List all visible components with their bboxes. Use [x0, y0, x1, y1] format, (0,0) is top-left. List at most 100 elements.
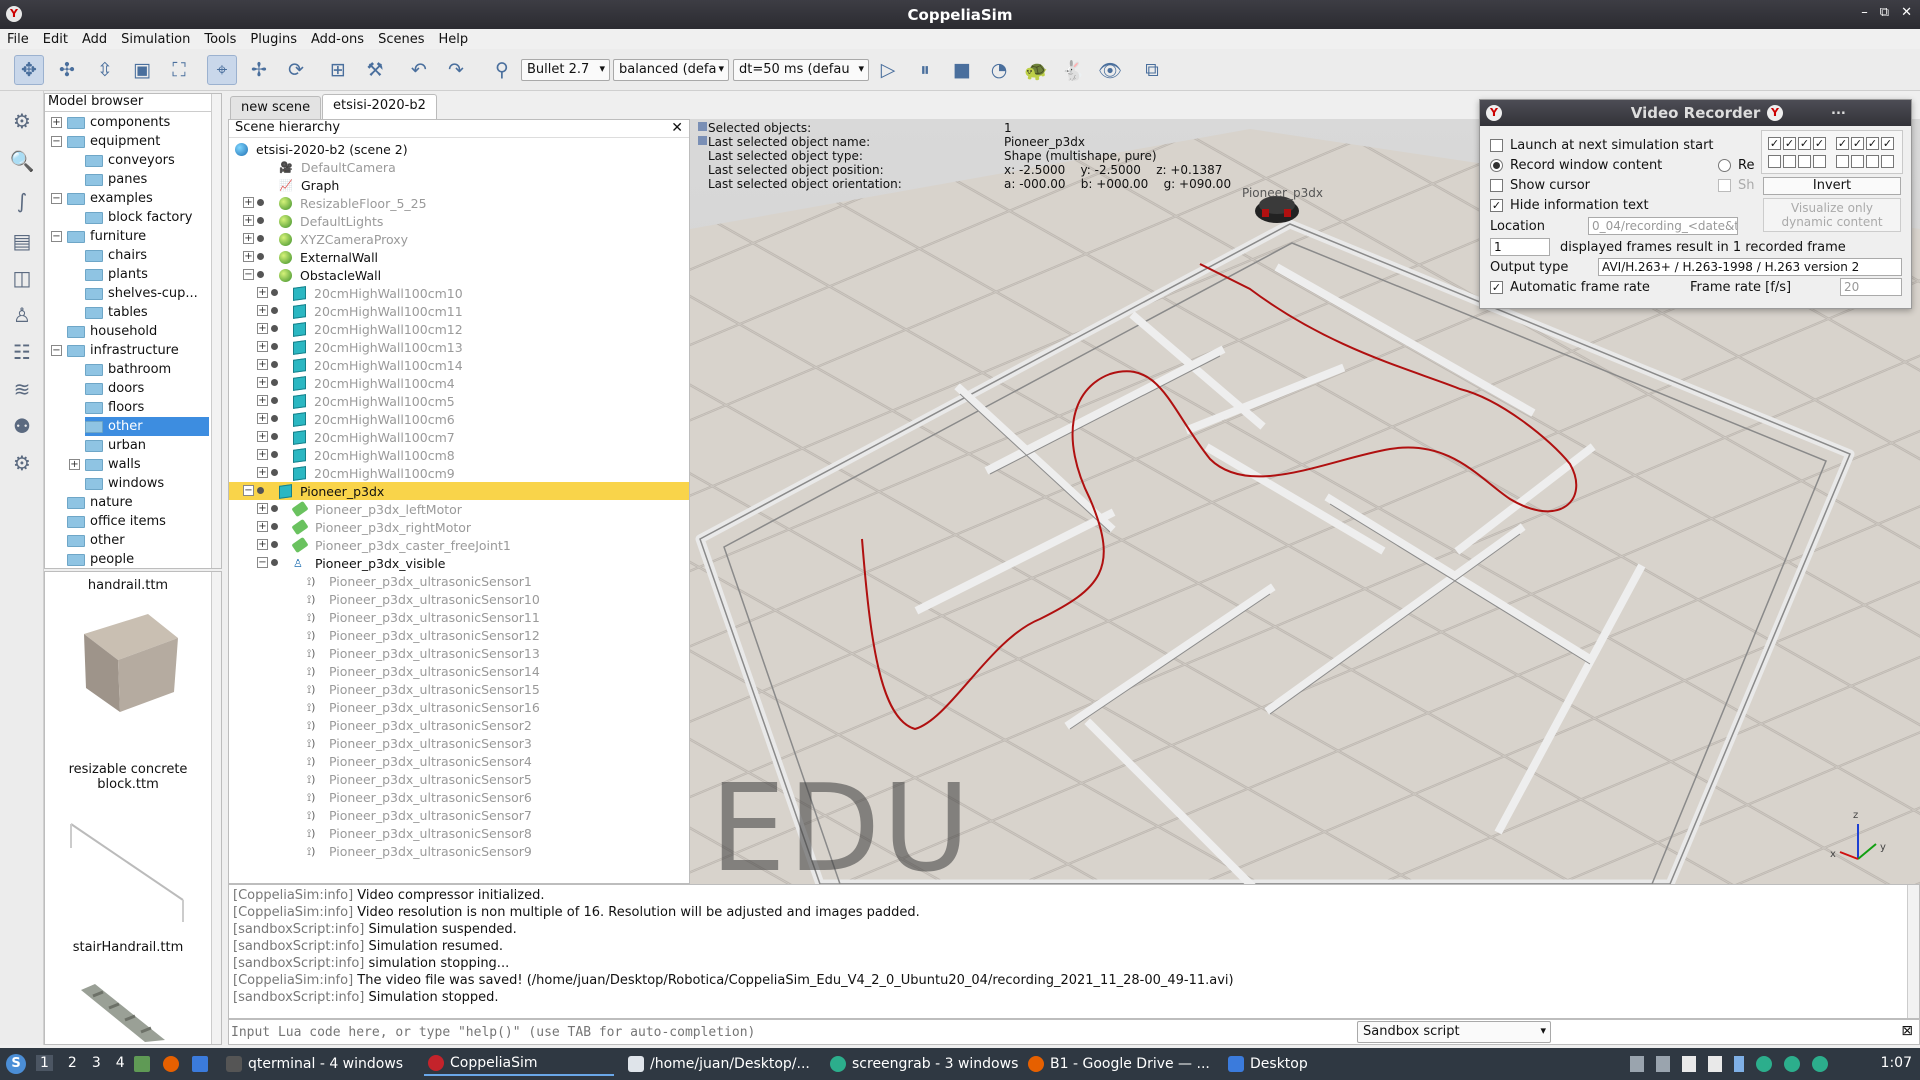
- volume-mute-icon[interactable]: [1656, 1056, 1670, 1072]
- visibility-dot-icon[interactable]: [271, 325, 278, 332]
- task-screengrab[interactable]: screengrab - 3 windows: [826, 1052, 1022, 1076]
- stair-handrail-thumbnail[interactable]: [65, 812, 195, 925]
- tab-etsisi-2020-b2[interactable]: etsisi-2020-b2: [322, 94, 437, 119]
- battery-icon[interactable]: [1630, 1056, 1644, 1072]
- visibility-dot-icon[interactable]: [257, 487, 264, 494]
- hierarchy-row[interactable]: ⟟) Pioneer_p3dx_ultrasonicSensor1: [307, 572, 532, 590]
- hierarchy-row[interactable]: ⟟) Pioneer_p3dx_ultrasonicSensor4: [307, 752, 532, 770]
- undo-icon[interactable]: ↶: [404, 55, 434, 85]
- show-cursor-checkbox[interactable]: [1490, 179, 1503, 192]
- expand-toggle[interactable]: +: [257, 467, 268, 478]
- record-partial-radio[interactable]: [1718, 159, 1731, 172]
- layer-checkbox[interactable]: [1866, 155, 1879, 168]
- hierarchy-row[interactable]: ♙ Pioneer_p3dx_visible: [293, 554, 446, 572]
- screengrab-icon[interactable]: [1784, 1056, 1800, 1072]
- expand-toggle[interactable]: +: [257, 305, 268, 316]
- ladder-thumbnail[interactable]: [75, 982, 185, 1045]
- expand-toggle[interactable]: +: [51, 117, 62, 128]
- model-folder-item[interactable]: components: [67, 113, 170, 132]
- menu-scenes[interactable]: Scenes: [371, 32, 431, 47]
- screengrab-icon[interactable]: [1756, 1056, 1772, 1072]
- layer-checkbox[interactable]: ✓: [1866, 137, 1879, 150]
- visibility-dot-icon[interactable]: [271, 451, 278, 458]
- visibility-dot-icon[interactable]: [271, 505, 278, 512]
- hierarchy-row[interactable]: Pioneer_p3dx_rightMotor: [291, 518, 471, 536]
- menu-plugins[interactable]: Plugins: [243, 32, 304, 47]
- model-folder-item[interactable]: furniture: [67, 227, 146, 246]
- frames-field[interactable]: 1: [1490, 238, 1550, 256]
- user-settings-icon[interactable]: ⚙: [7, 448, 37, 478]
- hierarchy-row[interactable]: XYZCameraProxy: [279, 230, 408, 248]
- workspace-button[interactable]: 2: [68, 1055, 77, 1071]
- layer-checkbox[interactable]: ✓: [1851, 137, 1864, 150]
- scene-object-properties-icon[interactable]: ▤: [7, 226, 37, 256]
- stop-icon[interactable]: ■: [947, 55, 977, 85]
- model-folder-item[interactable]: chairs: [85, 246, 147, 265]
- clock[interactable]: 1:07: [1881, 1055, 1912, 1071]
- hierarchy-row[interactable]: 20cmHighWall100cm13: [293, 338, 463, 356]
- file-manager-icon[interactable]: [134, 1056, 150, 1072]
- model-folder-item[interactable]: windows: [85, 474, 164, 493]
- expand-toggle[interactable]: +: [243, 197, 254, 208]
- task-text-editor[interactable]: /home/juan/Desktop/...: [624, 1052, 814, 1076]
- workspace-button[interactable]: 3: [92, 1055, 101, 1071]
- layer-checkbox[interactable]: ✓: [1768, 137, 1781, 150]
- hierarchy-row[interactable]: ExternalWall: [279, 248, 378, 266]
- task-coppeliasim[interactable]: CoppeliaSim: [424, 1052, 614, 1076]
- layer-checkbox[interactable]: [1783, 155, 1796, 168]
- desktop-icon[interactable]: [192, 1056, 208, 1072]
- hierarchy-row[interactable]: etsisi-2020-b2 (scene 2): [235, 140, 408, 158]
- hierarchy-row[interactable]: ⟟) Pioneer_p3dx_ultrasonicSensor11: [307, 608, 540, 626]
- model-folder-item[interactable]: plants: [85, 265, 148, 284]
- hierarchy-row[interactable]: Pioneer_p3dx: [279, 482, 384, 500]
- layer-checkbox[interactable]: [1813, 155, 1826, 168]
- fit-to-view-icon[interactable]: ⛶: [164, 55, 194, 85]
- camera-angle-icon[interactable]: ▣: [127, 55, 157, 85]
- hierarchy-row[interactable]: 20cmHighWall100cm14: [293, 356, 463, 374]
- object-shift-icon[interactable]: ✢: [244, 55, 274, 85]
- model-folder-item[interactable]: infrastructure: [67, 341, 179, 360]
- layers-icon[interactable]: ≋: [7, 374, 37, 404]
- close-icon[interactable]: ⊠: [1901, 1023, 1913, 1039]
- menu-dots[interactable]: ...: [1831, 103, 1846, 118]
- hierarchy-row[interactable]: 20cmHighWall100cm5: [293, 392, 455, 410]
- layer-checkbox[interactable]: [1836, 155, 1849, 168]
- expand-toggle[interactable]: −: [51, 345, 62, 356]
- expand-toggle[interactable]: +: [69, 459, 80, 470]
- dynamics-toggle-icon[interactable]: ⚲: [487, 55, 517, 85]
- hierarchy-row[interactable]: 20cmHighWall100cm6: [293, 410, 455, 428]
- expand-toggle[interactable]: −: [243, 269, 254, 280]
- click-select-icon[interactable]: ⌖: [207, 55, 237, 85]
- layer-checkbox[interactable]: [1851, 155, 1864, 168]
- hierarchy-row[interactable]: 🎥 DefaultCamera: [279, 158, 396, 176]
- assemble-icon[interactable]: ⊞: [323, 55, 353, 85]
- visibility-dot-icon[interactable]: [271, 343, 278, 350]
- expand-toggle[interactable]: +: [243, 233, 254, 244]
- model-folder-item[interactable]: bathroom: [85, 360, 171, 379]
- hierarchy-row[interactable]: 20cmHighWall100cm9: [293, 464, 455, 482]
- info-toggle-icon[interactable]: [698, 136, 707, 145]
- expand-toggle[interactable]: +: [257, 413, 268, 424]
- model-folder-item[interactable]: panes: [85, 170, 147, 189]
- network-icon[interactable]: [1734, 1056, 1744, 1072]
- invert-button[interactable]: Invert: [1763, 177, 1901, 195]
- hierarchy-row[interactable]: ⟟) Pioneer_p3dx_ultrasonicSensor2: [307, 716, 532, 734]
- math-icon[interactable]: ∫: [7, 186, 37, 216]
- visibility-dot-icon[interactable]: [257, 217, 264, 224]
- object-rotate-icon[interactable]: ⟳: [281, 55, 311, 85]
- layer-checkbox[interactable]: ✓: [1836, 137, 1849, 150]
- tab-new-scene[interactable]: new scene: [230, 96, 322, 119]
- hierarchy-row[interactable]: Pioneer_p3dx_caster_freeJoint1: [291, 536, 511, 554]
- hide-info-checkbox[interactable]: ✓: [1490, 199, 1503, 212]
- screengrab-icon[interactable]: [1812, 1056, 1828, 1072]
- auto-frame-rate-checkbox[interactable]: ✓: [1490, 281, 1503, 294]
- frame-rate-field[interactable]: 20: [1840, 278, 1902, 296]
- task-firefox[interactable]: B1 - Google Drive — ...: [1024, 1052, 1214, 1076]
- thumbnails-scrollbar[interactable]: [211, 572, 221, 1044]
- close-icon[interactable]: ✕: [671, 120, 683, 136]
- task-desktop[interactable]: Desktop: [1224, 1052, 1312, 1076]
- show-partial-checkbox[interactable]: [1718, 179, 1731, 192]
- model-folder-item[interactable]: urban: [85, 436, 146, 455]
- model-folder-item[interactable]: floors: [85, 398, 144, 417]
- expand-toggle[interactable]: +: [257, 377, 268, 388]
